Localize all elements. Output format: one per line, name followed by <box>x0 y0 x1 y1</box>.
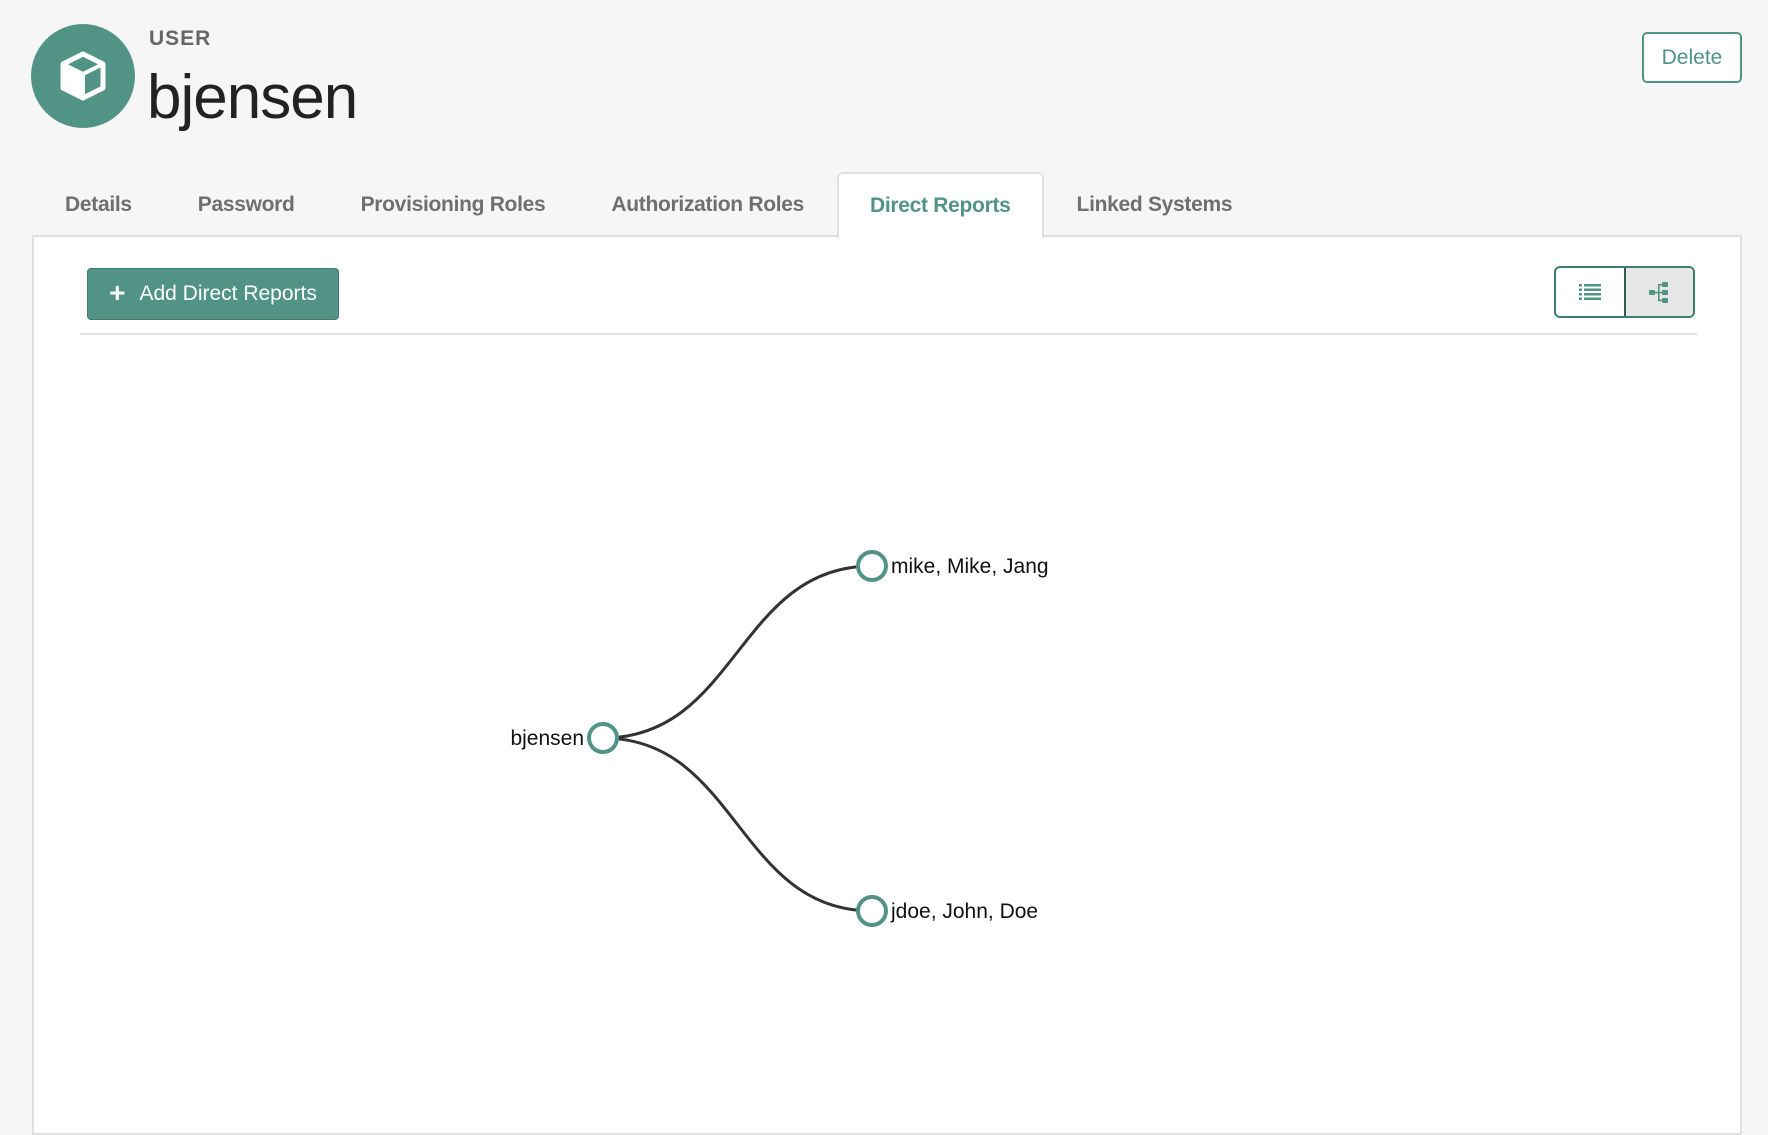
plus-icon: + <box>109 276 126 308</box>
tab-details[interactable]: Details <box>32 172 165 236</box>
tab-authorization-roles[interactable]: Authorization Roles <box>578 172 837 236</box>
list-view-button[interactable] <box>1556 268 1624 316</box>
page-title: bjensen <box>147 63 358 132</box>
delete-button[interactable]: Delete <box>1642 32 1742 83</box>
tree-node-label: mike, Mike, Jang <box>891 555 1049 578</box>
view-toggle <box>1554 266 1695 318</box>
cube-icon <box>60 51 106 101</box>
tree-node-label: jdoe, John, Doe <box>890 900 1038 923</box>
tree-node-label: bjensen <box>510 727 584 750</box>
org-tree-icon <box>1649 282 1669 303</box>
tree-view-button[interactable] <box>1623 268 1693 316</box>
tab-password[interactable]: Password <box>165 172 328 236</box>
tree-node-circle[interactable] <box>856 895 888 927</box>
tree-node-circle[interactable] <box>856 550 888 582</box>
direct-reports-panel: + Add Direct Reports <box>32 235 1742 1135</box>
tree-node-circle[interactable] <box>587 722 619 754</box>
tab-linked-systems[interactable]: Linked Systems <box>1044 172 1266 236</box>
add-direct-reports-label: Add Direct Reports <box>139 282 317 305</box>
tab-provisioning-roles[interactable]: Provisioning Roles <box>328 172 579 236</box>
add-direct-reports-button[interactable]: + Add Direct Reports <box>87 268 339 320</box>
tab-direct-reports[interactable]: Direct Reports <box>837 172 1044 238</box>
list-icon <box>1578 284 1601 300</box>
tab-bar: Details Password Provisioning Roles Auth… <box>32 172 1266 238</box>
avatar <box>31 24 135 128</box>
toolbar-divider <box>80 333 1697 335</box>
tree-node-root[interactable]: bjensen <box>510 722 619 754</box>
object-type-label: USER <box>149 27 212 50</box>
